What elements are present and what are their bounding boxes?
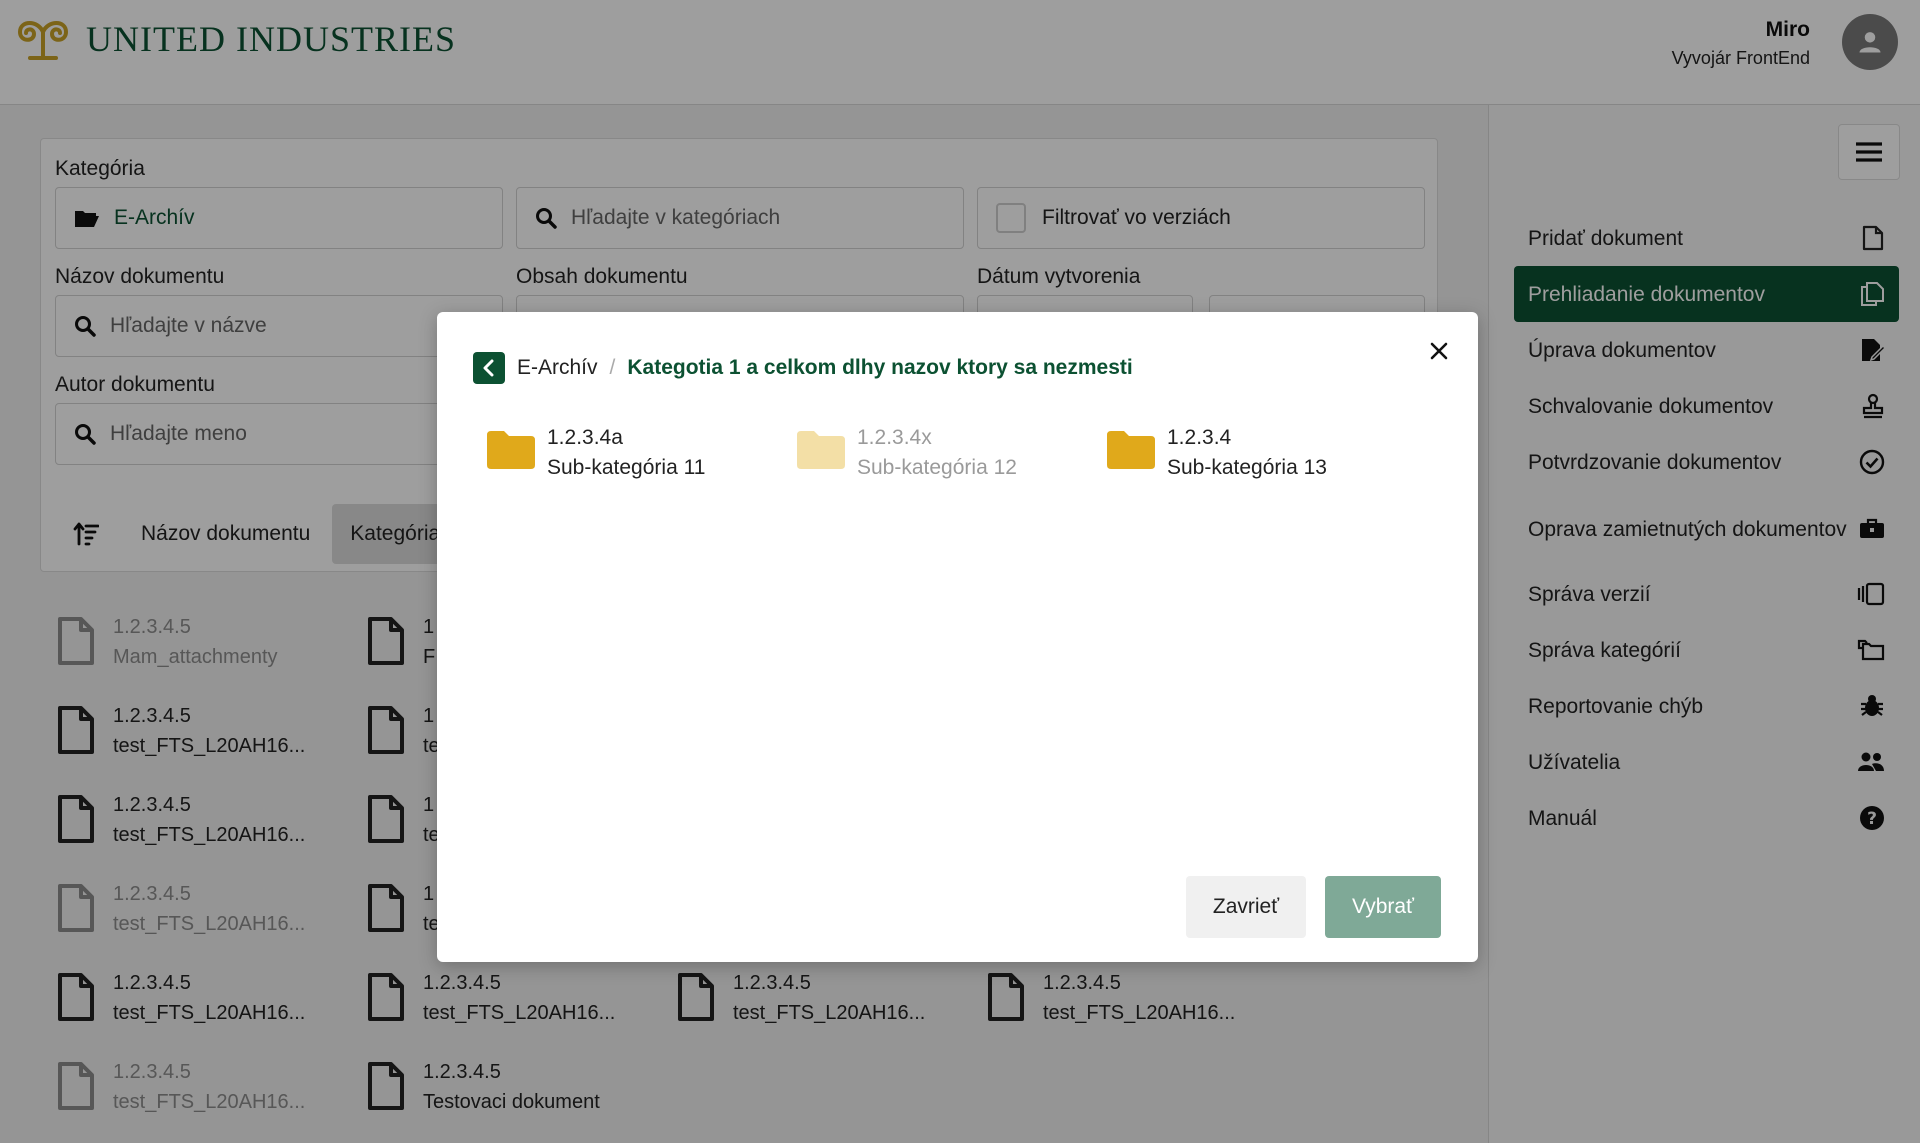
breadcrumb: E-Archív / Kategotia 1 a celkom dlhy naz… xyxy=(473,352,1133,384)
close-button[interactable]: Zavrieť xyxy=(1186,876,1306,938)
breadcrumb-current: Kategotia 1 a celkom dlhy nazov ktory sa… xyxy=(627,356,1133,379)
close-icon xyxy=(1430,342,1448,360)
subcategory-code: 1.2.3.4 xyxy=(1167,426,1232,449)
subcategory-name: Sub-kategória 12 xyxy=(857,456,1017,479)
subcategory-item[interactable]: 1.2.3.4a Sub-kategória 11 xyxy=(487,423,705,483)
subcategory-code: 1.2.3.4x xyxy=(857,426,932,449)
folder-icon xyxy=(797,431,845,469)
breadcrumb-separator: / xyxy=(609,356,616,379)
subcategory-item[interactable]: 1.2.3.4 Sub-kategória 13 xyxy=(1107,423,1327,483)
subcategory-name: Sub-kategória 13 xyxy=(1167,456,1327,479)
back-button[interactable] xyxy=(473,352,505,384)
subcategory-item[interactable]: 1.2.3.4x Sub-kategória 12 xyxy=(797,423,1017,483)
folder-icon xyxy=(487,431,535,469)
subcategory-name: Sub-kategória 11 xyxy=(547,456,706,479)
breadcrumb-root[interactable]: E-Archív xyxy=(517,356,598,380)
chevron-left-icon xyxy=(483,359,494,377)
folder-icon xyxy=(1107,431,1155,469)
close-dialog-button[interactable] xyxy=(1422,334,1456,368)
select-button[interactable]: Vybrať xyxy=(1325,876,1441,938)
category-picker-dialog: E-Archív / Kategotia 1 a celkom dlhy naz… xyxy=(437,312,1478,962)
subcategory-code: 1.2.3.4a xyxy=(547,426,623,449)
